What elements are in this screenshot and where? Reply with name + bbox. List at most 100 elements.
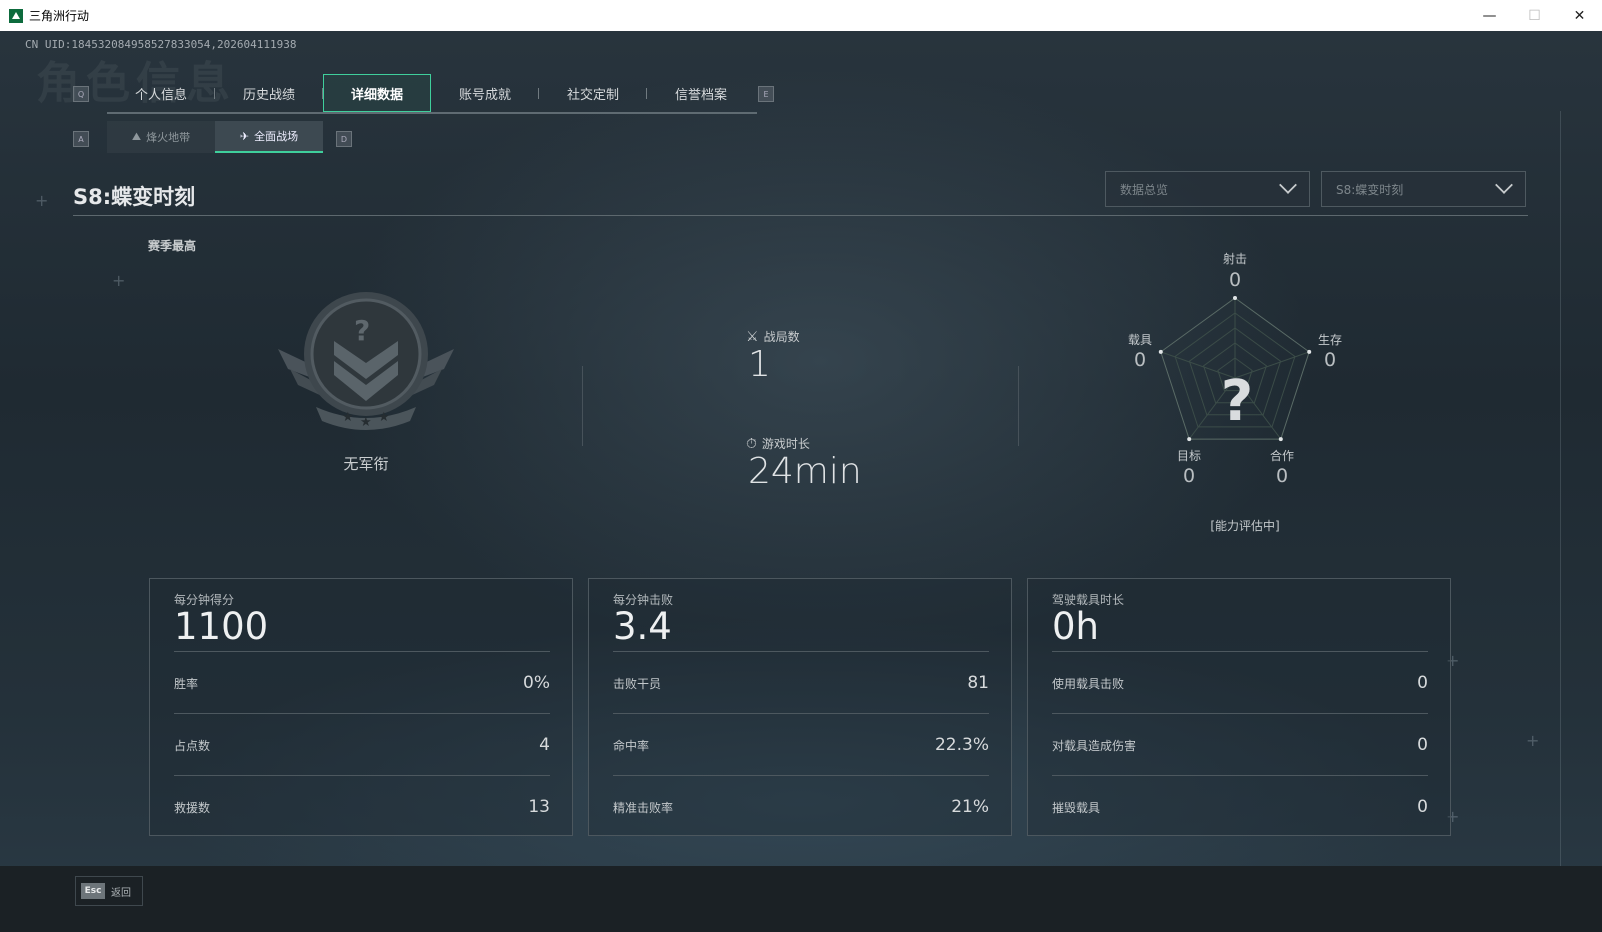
footer-bar: Esc 返回 <box>0 866 1602 932</box>
row-label: 击败干员 <box>613 676 662 691</box>
radar-value-survival: 0 <box>1323 349 1337 371</box>
row-value: 0% <box>523 673 550 693</box>
matches-label-text: 战局数 <box>763 330 800 344</box>
card-row: 对载具造成伤害 0 <box>1052 713 1428 776</box>
radar-label-vehicle: 载具 <box>1127 333 1152 347</box>
card-row: 救援数 13 <box>174 775 550 838</box>
row-label: 摧毁载具 <box>1052 800 1101 815</box>
radar-label-teamwork: 合作 <box>1269 449 1294 463</box>
ability-evaluating-note: [能力评估中] <box>1210 519 1280 533</box>
tab-prev-key[interactable]: Q <box>73 86 89 102</box>
row-label: 对载具造成伤害 <box>1052 738 1137 753</box>
radar-label-shooting: 射击 <box>1222 252 1247 266</box>
svg-text:★: ★ <box>360 415 372 430</box>
subtab-prev-key[interactable]: A <box>73 131 89 147</box>
row-label: 救援数 <box>174 800 211 815</box>
radar-value-vehicle: 0 <box>1133 349 1147 371</box>
game-screen: 角色信息 CN UID:184532084958527833054,202604… <box>0 31 1602 932</box>
chevron-down-icon <box>1279 176 1297 194</box>
stat-card-score: 每分钟得分 1100 胜率 0% 占点数 4 救援数 13 <box>149 578 573 836</box>
deco-plus-icon: + <box>112 271 126 290</box>
window-titlebar: 三角洲行动 — ☐ ✕ <box>0 0 1602 31</box>
rank-unknown-symbol: ? <box>354 314 371 347</box>
matches-value: 1 <box>748 344 771 385</box>
radar-value-teamwork: 0 <box>1275 465 1289 487</box>
row-label: 使用载具击败 <box>1052 676 1125 691</box>
mountain-icon: ⛰ <box>131 130 142 143</box>
minimize-button[interactable]: — <box>1467 0 1512 31</box>
battlefield-icon: ✈ <box>239 129 250 143</box>
card-row: 精准击败率 21% <box>613 775 989 838</box>
card-row: 使用载具击败 0 <box>1052 651 1428 714</box>
card-row: 摧毁载具 0 <box>1052 775 1428 838</box>
back-label: 返回 <box>111 887 131 899</box>
card-head-value: 3.4 <box>613 605 672 648</box>
matches-label: ⚔ 战局数 <box>746 328 800 345</box>
season-title: S8:蝶变时刻 <box>73 185 196 209</box>
subtab-next-key[interactable]: D <box>336 131 352 147</box>
row-label: 命中率 <box>613 738 650 753</box>
tab-social[interactable]: 社交定制 <box>539 74 647 112</box>
radar-label-objective: 目标 <box>1176 449 1201 463</box>
main-tabs: 个人信息 历史战绩 详细数据 账号成就 社交定制 信誉档案 <box>107 74 757 114</box>
tab-history[interactable]: 历史战绩 <box>215 74 323 112</box>
deco-plus-icon: + <box>35 191 49 210</box>
data-type-dropdown[interactable]: 数据总览 <box>1105 171 1310 207</box>
card-row: 击败干员 81 <box>613 651 989 714</box>
card-row: 胜率 0% <box>174 651 550 714</box>
stopwatch-icon: ⏱ <box>746 435 757 452</box>
radar-value-shooting: 0 <box>1228 269 1242 291</box>
subtab-label: 烽火地带 <box>146 131 191 144</box>
season-best-label: 赛季最高 <box>148 239 197 253</box>
card-row: 命中率 22.3% <box>613 713 989 776</box>
row-value: 0 <box>1417 673 1428 693</box>
row-value: 21% <box>951 797 989 817</box>
dropdown-value: S8:蝶变时刻 <box>1336 182 1404 197</box>
window-title: 三角洲行动 <box>29 9 90 23</box>
subtab-warfare[interactable]: ✈ 全面战场 <box>215 121 323 153</box>
maximize-button[interactable]: ☐ <box>1512 0 1557 31</box>
stat-card-kills: 每分钟击败 3.4 击败干员 81 命中率 22.3% 精准击败率 21% <box>588 578 1012 836</box>
row-value: 0 <box>1417 797 1428 817</box>
playtime-value: 24min <box>748 451 862 492</box>
row-value: 13 <box>528 797 550 817</box>
crossed-swords-icon: ⚔ <box>746 328 759 345</box>
tab-detailed-data[interactable]: 详细数据 <box>323 74 431 112</box>
tab-next-key[interactable]: E <box>758 86 774 102</box>
subtab-label: 全面战场 <box>254 130 299 143</box>
mode-subtabs: ⛰ 烽火地带 ✈ 全面战场 <box>107 121 323 153</box>
card-row: 占点数 4 <box>174 713 550 776</box>
row-value: 81 <box>967 673 989 693</box>
row-label: 占点数 <box>174 738 211 753</box>
playtime-label-text: 游戏时长 <box>761 437 810 451</box>
app-logo-icon <box>9 8 23 23</box>
card-head-value: 1100 <box>174 605 269 648</box>
esc-key: Esc <box>81 883 105 899</box>
deco-scale-line <box>1560 111 1561 891</box>
row-label: 胜率 <box>174 676 199 691</box>
dropdown-value: 数据总览 <box>1120 182 1169 197</box>
back-button[interactable]: Esc 返回 <box>75 876 143 906</box>
subtab-operations[interactable]: ⛰ 烽火地带 <box>107 121 215 153</box>
close-button[interactable]: ✕ <box>1557 0 1602 31</box>
radar-value-objective: 0 <box>1182 465 1196 487</box>
tab-credit[interactable]: 信誉档案 <box>647 74 755 112</box>
row-label: 精准击败率 <box>613 800 674 815</box>
column-divider <box>582 366 583 446</box>
radar-label-survival: 生存 <box>1317 333 1342 347</box>
row-value: 22.3% <box>934 735 989 755</box>
rank-emblem-icon: ★ ★ ★ <box>278 292 454 430</box>
card-head-value: 0h <box>1052 605 1099 648</box>
title-divider <box>73 215 1528 216</box>
tab-achievements[interactable]: 账号成就 <box>431 74 539 112</box>
window-controls: — ☐ ✕ <box>1467 0 1602 31</box>
column-divider <box>1018 366 1019 446</box>
chevron-down-icon <box>1495 176 1513 194</box>
svg-text:★: ★ <box>378 410 390 425</box>
deco-plus-icon: + <box>1526 731 1540 750</box>
rank-name: 无军衔 <box>343 455 389 473</box>
tab-personal-info[interactable]: 个人信息 <box>107 74 215 112</box>
season-dropdown[interactable]: S8:蝶变时刻 <box>1321 171 1526 207</box>
stat-card-vehicle: 驾驶载具时长 0h 使用载具击败 0 对载具造成伤害 0 摧毁载具 0 <box>1027 578 1451 836</box>
uid-text: CN UID:184532084958527833054,20260411193… <box>25 38 297 51</box>
